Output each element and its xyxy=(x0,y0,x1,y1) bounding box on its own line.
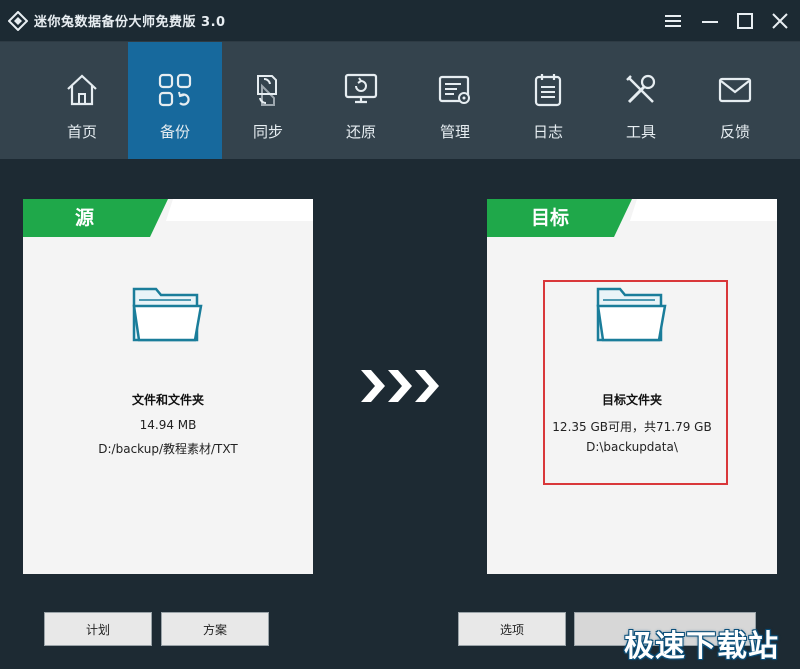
home-icon xyxy=(67,74,97,106)
target-tab-label: 目标 xyxy=(531,207,570,229)
close-icon xyxy=(772,13,788,29)
nav-label: 日志 xyxy=(532,123,563,141)
tools-icon xyxy=(626,74,656,104)
source-size: 14.94 MB xyxy=(139,418,197,432)
log-icon xyxy=(534,74,562,107)
feedback-icon xyxy=(718,77,752,103)
options-button[interactable]: 选项 xyxy=(458,612,566,646)
sync-icon xyxy=(257,75,277,106)
manage-icon xyxy=(438,75,470,104)
nav-item-restore[interactable]: 还原 xyxy=(314,42,408,159)
nav-label: 反馈 xyxy=(719,123,750,141)
folder-icon xyxy=(132,287,203,342)
nav-item-feedback[interactable]: 反馈 xyxy=(688,42,782,159)
direction-arrows-icon xyxy=(361,370,439,402)
backup-icon xyxy=(158,73,192,107)
app-logo-icon xyxy=(8,11,28,31)
minimize-button[interactable] xyxy=(697,8,723,34)
watermark: 极速下载站 xyxy=(624,629,779,664)
source-panel-header xyxy=(23,199,313,237)
nav-label: 工具 xyxy=(625,123,656,141)
nav-item-tools[interactable]: 工具 xyxy=(594,42,688,159)
restore-icon xyxy=(344,73,378,104)
nav-item-sync[interactable]: 同步 xyxy=(221,42,315,159)
app-title: 迷你兔数据备份大师免费版 3.0 xyxy=(34,15,226,30)
schedule-button[interactable]: 计划 xyxy=(44,612,152,646)
nav-item-backup[interactable]: 备份 xyxy=(128,42,222,159)
nav-label: 备份 xyxy=(159,123,190,141)
nav-item-home[interactable]: 首页 xyxy=(35,42,129,159)
main-navigation: 首页 备份 同步 还原 管理 日志 工具 反馈 xyxy=(0,42,800,159)
source-path: D:/backup/教程素材/TXT xyxy=(98,442,238,456)
nav-label: 首页 xyxy=(66,123,97,141)
nav-label: 还原 xyxy=(345,123,376,141)
nav-label: 同步 xyxy=(252,123,283,141)
title-bar: 迷你兔数据备份大师免费版 3.0 xyxy=(0,0,800,42)
close-button[interactable] xyxy=(767,8,793,34)
scheme-button[interactable]: 方案 xyxy=(161,612,269,646)
highlight-box xyxy=(543,280,728,485)
nav-item-log[interactable]: 日志 xyxy=(501,42,595,159)
menu-icon xyxy=(665,15,681,27)
source-title: 文件和文件夹 xyxy=(131,393,204,407)
minimize-icon xyxy=(702,21,718,23)
nav-label: 管理 xyxy=(439,123,470,141)
source-panel[interactable]: 源 文件和文件夹 14.94 MB D:/backup/教程素材/TXT xyxy=(23,199,313,574)
nav-item-manage[interactable]: 管理 xyxy=(408,42,502,159)
maximize-icon xyxy=(737,13,753,29)
source-tab-label: 源 xyxy=(75,207,95,229)
menu-button[interactable] xyxy=(660,8,686,34)
maximize-button[interactable] xyxy=(732,8,758,34)
